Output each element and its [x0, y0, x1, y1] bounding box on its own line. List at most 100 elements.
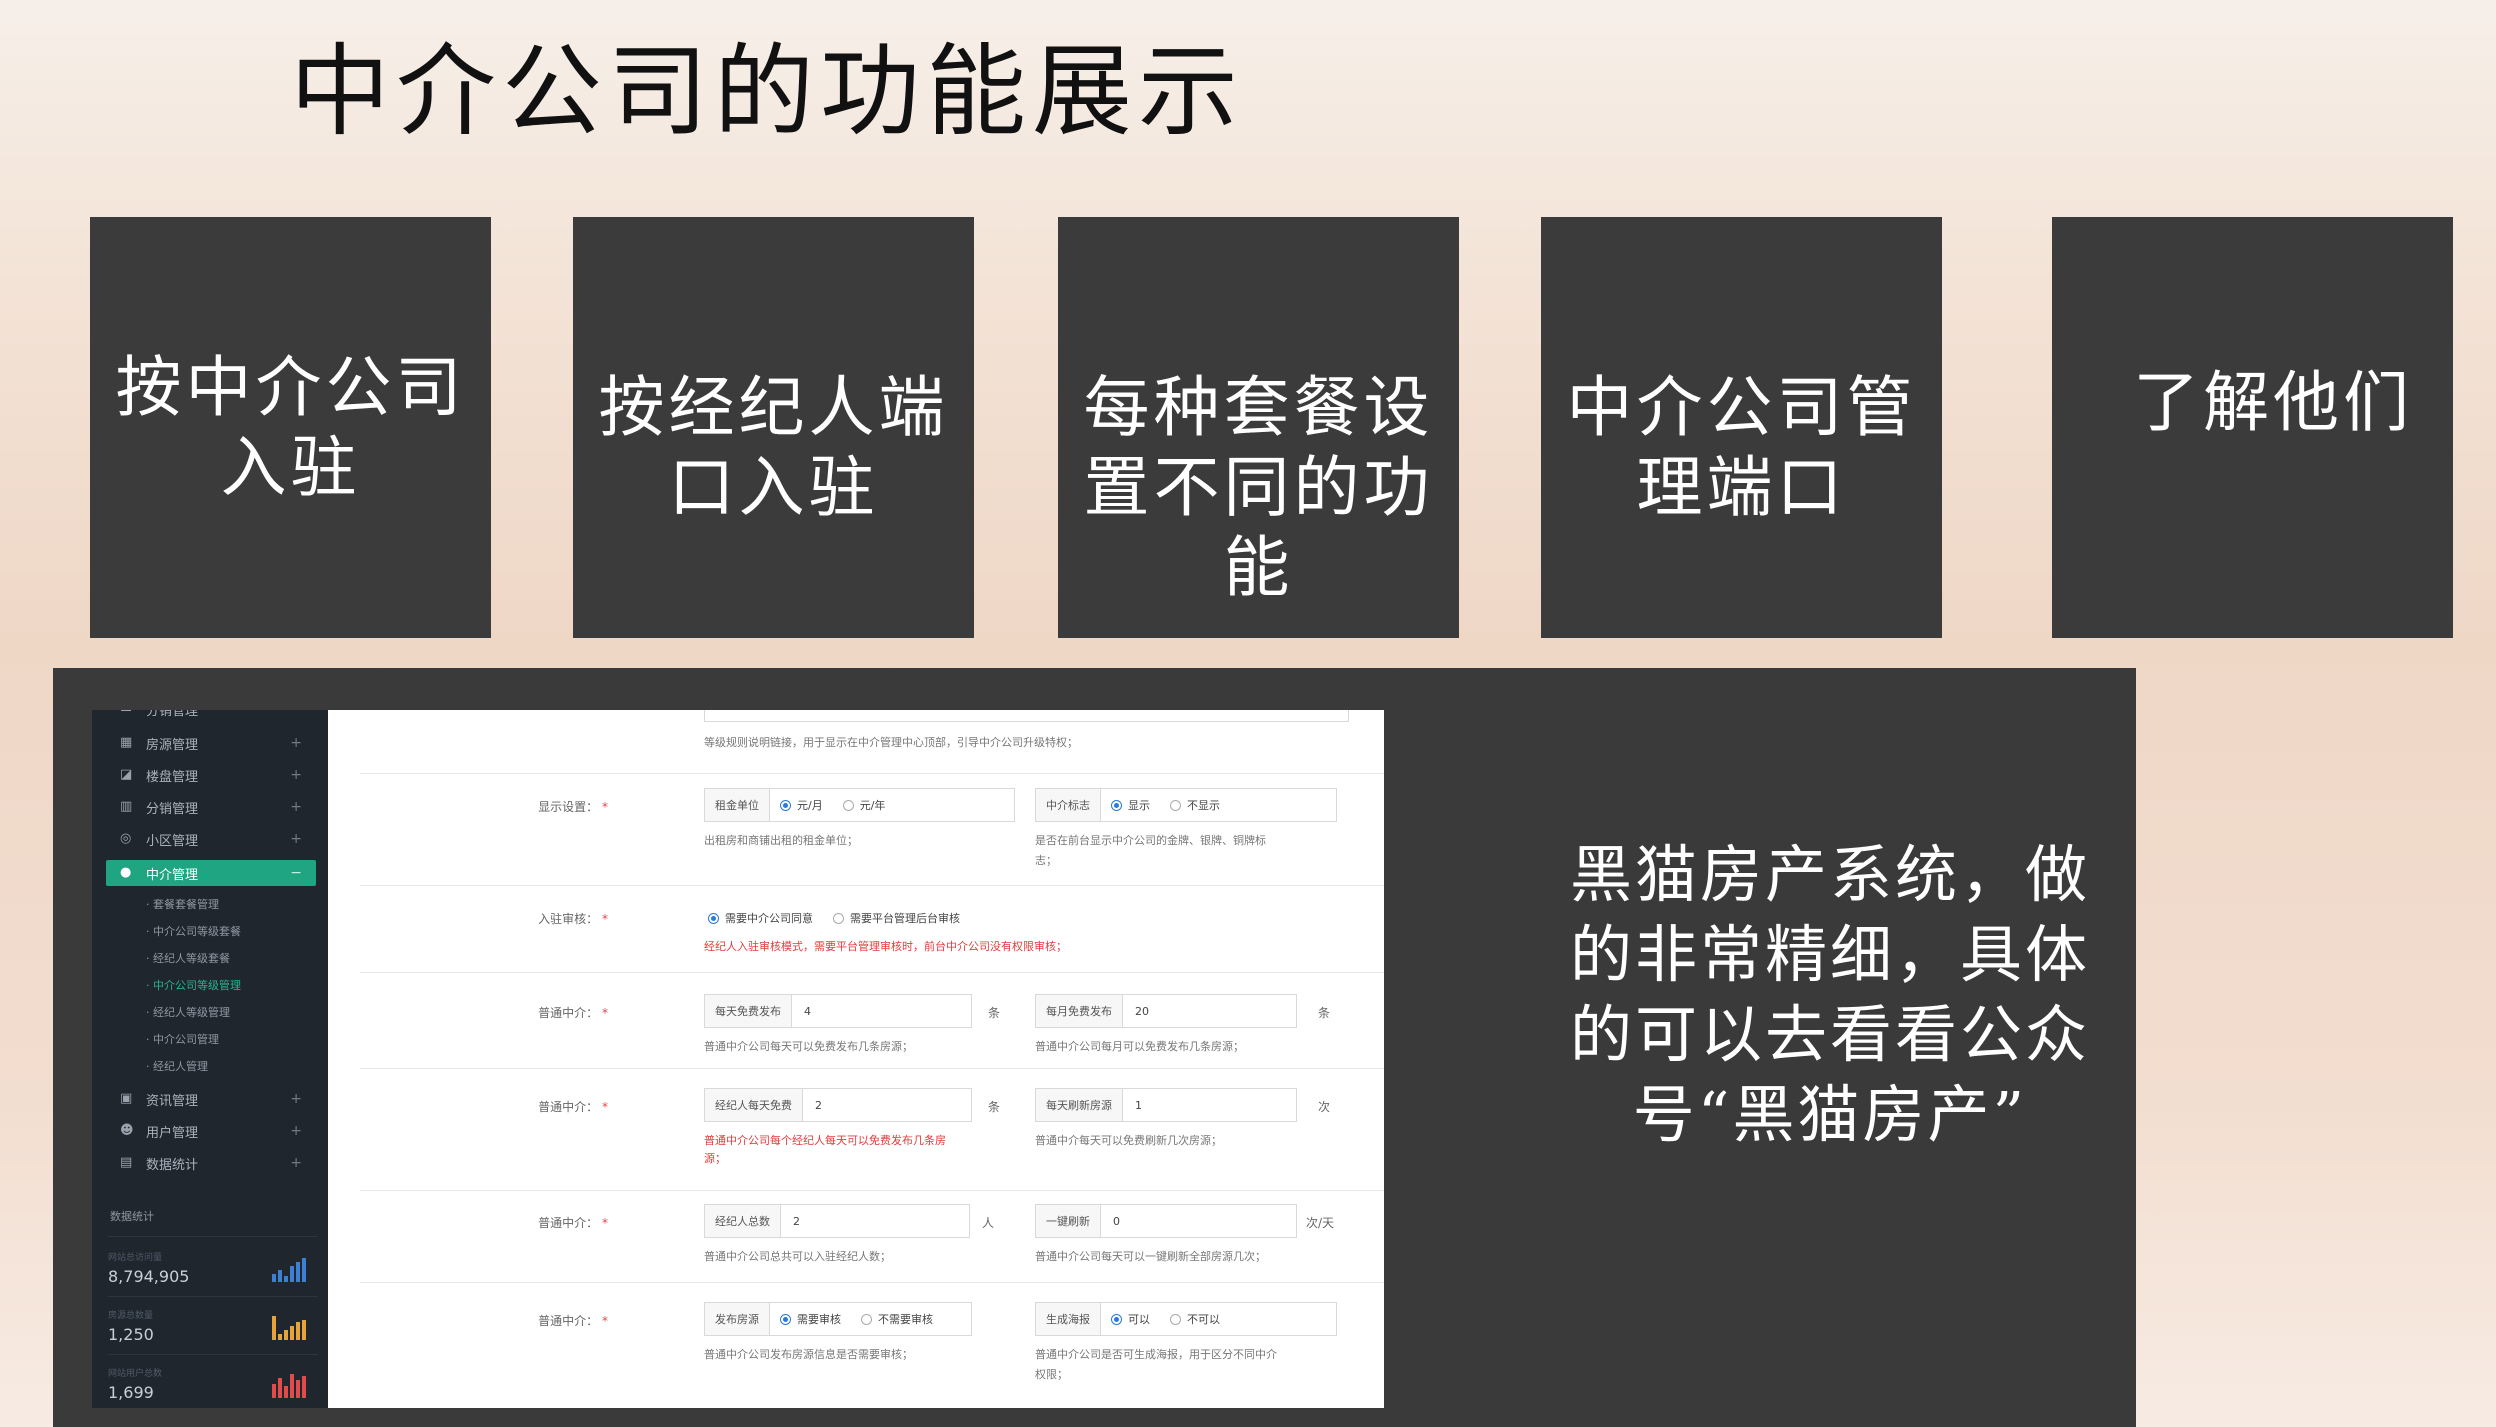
sidebar-subitem[interactable]: · 中介公司等级套餐 [146, 923, 241, 939]
radio-label: 可以 [1128, 1313, 1150, 1326]
sidebar-item-label: 中介管理 [146, 867, 199, 883]
daily-refresh-input[interactable]: 每天刷新房源 1 [1035, 1088, 1297, 1122]
field-prefix: 经纪人总数 [705, 1205, 781, 1237]
radio-dot-checked [708, 912, 719, 924]
field-label: 普通中介： * [488, 1214, 608, 1231]
sidebar-item-stats[interactable]: ▤ 数据统计 + [106, 1150, 316, 1176]
field-value: 0 [1113, 1214, 1120, 1228]
sidebar-subitem[interactable]: · 经纪人等级管理 [146, 1004, 230, 1020]
field-prefix: 每天免费发布 [705, 995, 792, 1027]
radio-label: 需要平台管理后台审核 [850, 912, 960, 925]
sidebar-subitem[interactable]: · 经纪人管理 [146, 1058, 208, 1074]
radio-company-approve[interactable]: 需要中介公司同意 [708, 910, 813, 926]
radio-need-audit[interactable]: 需要审核 [780, 1311, 841, 1327]
field-value: 2 [793, 1214, 800, 1228]
field-unit: 条 [988, 1006, 1001, 1020]
required-mark: * [598, 1100, 608, 1114]
field-prefix: 发布房源 [705, 1303, 770, 1335]
card-line: 口入驻 [668, 448, 879, 526]
stat-houses: 房源总数量 1,250 [108, 1296, 318, 1344]
sidebar-subitem-active[interactable]: · 中介公司等级管理 [146, 977, 241, 993]
required-mark: * [598, 1314, 608, 1328]
monthly-free-post-input[interactable]: 每月免费发布 20 [1035, 994, 1297, 1028]
radio-yuan-month[interactable]: 元/月 [780, 797, 823, 813]
field-prefix: 每天刷新房源 [1036, 1089, 1123, 1121]
radio-yuan-year[interactable]: 元/年 [842, 797, 885, 813]
warning-text: 源； [704, 1152, 726, 1165]
sidebar-item-label: 房源管理 [146, 737, 199, 753]
field-label: 普通中介： * [488, 1098, 608, 1115]
radio-dot [861, 1313, 872, 1325]
feature-card-package: 每种套餐设 置不同的功能 [1058, 217, 1459, 638]
stat-sparkline [272, 1316, 306, 1340]
field-prefix: 一键刷新 [1036, 1205, 1101, 1237]
daily-free-post-input[interactable]: 每天免费发布 4 [704, 994, 972, 1028]
sidebar-subitem[interactable]: · 经纪人等级套餐 [146, 950, 230, 966]
card-line: 每种套餐设 [1083, 368, 1434, 446]
sidebar-item-label: 数据统计 [146, 1157, 199, 1173]
radio-dot [833, 912, 844, 924]
sidebar-subitem[interactable]: · 套餐套餐管理 [146, 896, 219, 912]
divider [360, 1190, 1384, 1191]
stat-sparkline [272, 1374, 306, 1398]
rule-link-input[interactable] [704, 710, 1349, 722]
radio-dot [1170, 1313, 1181, 1325]
stat-sparkline [272, 1258, 306, 1282]
feature-card-admin-port: 中介公司管 理端口 [1541, 217, 1942, 638]
field-value: 1 [1135, 1098, 1142, 1112]
sidebar-item-label: 资讯管理 [146, 1093, 199, 1109]
label-text: 入驻审核： [538, 912, 599, 926]
poster-field: 生成海报 可以 不可以 [1035, 1302, 1337, 1336]
help-text: 等级规则说明链接，用于显示在中介管理中心顶部，引导中介公司升级特权； [704, 736, 1078, 749]
radio-label: 不可以 [1187, 1313, 1220, 1326]
radio-poster-yes[interactable]: 可以 [1111, 1311, 1150, 1327]
help-text: 普通中介公司每天可以一键刷新全部房源几次； [1035, 1250, 1266, 1263]
card-line: 理端口 [1636, 448, 1847, 526]
required-mark: * [598, 1006, 608, 1020]
sidebar-item-community[interactable]: ◎ 小区管理 + [106, 826, 316, 852]
label-text: 显示设置： [538, 800, 599, 814]
help-text: 权限； [1035, 1368, 1068, 1381]
radio-platform-audit[interactable]: 需要平台管理后台审核 [833, 910, 960, 926]
sidebar-subitem[interactable]: · 中介公司管理 [146, 1031, 219, 1047]
radio-hide[interactable]: 不显示 [1170, 797, 1220, 813]
plus-icon: + [290, 1123, 302, 1139]
field-label: 普通中介： * [488, 1004, 608, 1021]
grid-icon: ▦ [120, 735, 133, 750]
required-mark: * [598, 800, 608, 814]
agent-total-input[interactable]: 经纪人总数 2 [704, 1204, 970, 1238]
radio-no-audit[interactable]: 不需要审核 [861, 1311, 933, 1327]
sidebar-item-buildings[interactable]: ◪ 楼盘管理 + [106, 762, 316, 788]
sidebar-item-agency[interactable]: ● 中介管理 − [106, 860, 316, 886]
divider [360, 773, 1384, 774]
agent-daily-free-input[interactable]: 经纪人每天免费 2 [704, 1088, 972, 1122]
building-icon: ◪ [120, 767, 133, 782]
field-unit: 次/天 [1306, 1216, 1335, 1230]
field-unit: 条 [1318, 1006, 1331, 1020]
field-value: 4 [804, 1004, 811, 1018]
help-text: 普通中介公司总共可以入驻经纪人数； [704, 1250, 891, 1263]
radio-show[interactable]: 显示 [1111, 797, 1150, 813]
field-label: 显示设置： * [488, 798, 608, 815]
feature-card-company-entry: 按中介公司 入驻 [90, 217, 491, 638]
sidebar-item-label: 用户管理 [146, 1125, 199, 1141]
required-mark: * [598, 912, 608, 926]
field-value: 2 [815, 1098, 822, 1112]
stat-users: 网站用户总数 1,699 [108, 1354, 318, 1402]
help-text: 普通中介公司每月可以免费发布几条房源； [1035, 1040, 1244, 1053]
stat-visits: 网站总访问量 8,794,905 [108, 1236, 318, 1286]
plus-icon: + [290, 1091, 302, 1107]
required-mark: * [598, 1216, 608, 1230]
sidebar-item-label: 分销管理 [146, 801, 199, 817]
radio-label: 显示 [1128, 799, 1150, 812]
sidebar-item-users[interactable]: ☻ 用户管理 + [106, 1118, 316, 1144]
sidebar-item-distribution[interactable]: ▥ 分销管理 + [106, 794, 316, 820]
feature-card-agent-entry: 按经纪人端 口入驻 [573, 217, 974, 638]
radio-poster-no[interactable]: 不可以 [1170, 1311, 1220, 1327]
sidebar-item-houses[interactable]: ▦ 房源管理 + [106, 730, 316, 756]
sidebar-item-news[interactable]: ▣ 资讯管理 + [106, 1086, 316, 1112]
one-click-refresh-input[interactable]: 一键刷新 0 [1035, 1204, 1297, 1238]
sidebar-item-distribution-top[interactable]: ▬ 分销管理 [106, 710, 316, 722]
label-text: 普通中介： [538, 1314, 599, 1328]
divider [360, 1282, 1384, 1283]
